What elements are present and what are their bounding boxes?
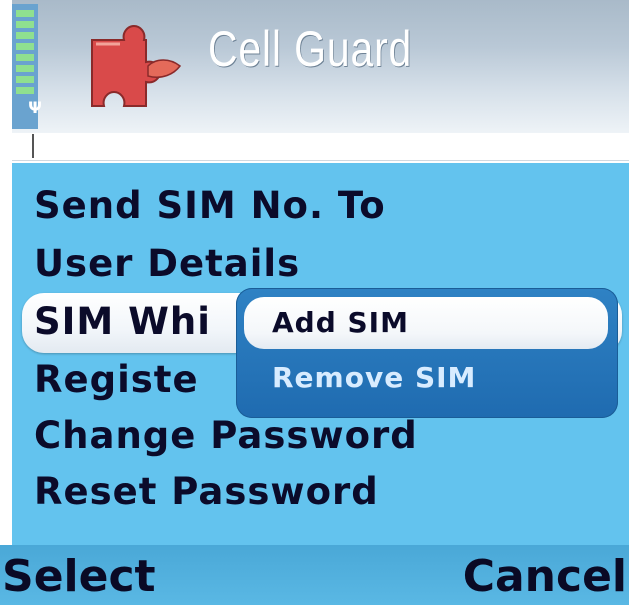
signal-bar <box>16 43 34 50</box>
antenna-icon: Ψ <box>28 98 42 117</box>
cancel-softkey[interactable]: Cancel <box>463 545 627 605</box>
select-softkey[interactable]: Select <box>2 545 156 605</box>
signal-bar <box>16 21 34 28</box>
signal-bar <box>16 87 34 94</box>
signal-bar <box>16 65 34 72</box>
signal-bar <box>16 54 34 61</box>
app-title: Cell Guard <box>208 21 413 77</box>
softkey-bar: Select Cancel <box>0 545 629 605</box>
text-cursor <box>32 134 34 158</box>
menu-item-reset-password[interactable]: Reset Password <box>34 466 379 518</box>
divider <box>12 160 629 161</box>
menu-item-send-sim-no[interactable]: Send SIM No. To <box>34 180 386 232</box>
signal-bar <box>16 10 34 17</box>
submenu-item-remove-sim[interactable]: Remove SIM <box>272 352 476 404</box>
submenu-popup: Add SIM Remove SIM <box>236 288 618 418</box>
signal-bar <box>16 32 34 39</box>
submenu-item-add-sim[interactable]: Add SIM <box>272 297 409 349</box>
signal-bar <box>16 76 34 83</box>
signal-strength-indicator: Ψ <box>12 4 42 129</box>
puzzle-piece-icon <box>84 22 188 126</box>
menu-item-user-details[interactable]: User Details <box>34 238 300 290</box>
menu-item-register[interactable]: Registe <box>34 354 199 406</box>
menu-item-sim-whitelist[interactable]: SIM Whi <box>34 296 211 348</box>
